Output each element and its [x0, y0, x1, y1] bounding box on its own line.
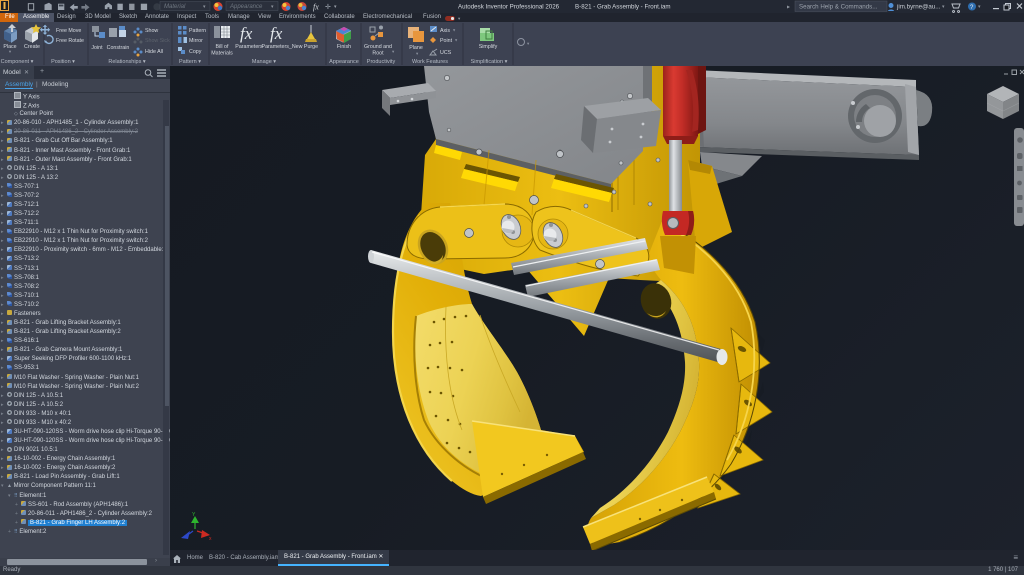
svg-text:Simplification ▾: Simplification ▾ — [471, 59, 508, 65]
svg-text:✛: ✛ — [325, 3, 331, 11]
svg-text:Bill of: Bill of — [216, 44, 229, 50]
svg-text:▾: ▾ — [455, 38, 458, 43]
svg-text:Pattern ▾: Pattern ▾ — [179, 59, 201, 65]
svg-text:Purge: Purge — [304, 44, 318, 50]
svg-text:Component ▾: Component ▾ — [1, 59, 34, 65]
svg-text:Position ▾: Position ▾ — [51, 59, 75, 65]
svg-text:Appearance: Appearance — [229, 4, 263, 10]
svg-text:UCS: UCS — [440, 50, 452, 56]
svg-text:Show: Show — [145, 28, 158, 34]
svg-text:jim.byrne@au...: jim.byrne@au... — [896, 4, 941, 11]
svg-text:Parameters: Parameters — [235, 44, 263, 50]
svg-text:Show Sick: Show Sick — [145, 38, 170, 44]
svg-text:Simplify: Simplify — [479, 44, 498, 50]
svg-text:Root: Root — [372, 51, 384, 57]
svg-text:▾: ▾ — [942, 4, 945, 10]
svg-text:Mirror: Mirror — [189, 38, 203, 44]
svg-text:Materials: Materials — [211, 51, 233, 57]
svg-text:Search Help & Commands...: Search Help & Commands... — [799, 4, 878, 11]
svg-text:▾: ▾ — [334, 4, 337, 10]
svg-text:Autodesk Inventor Professional: Autodesk Inventor Professional 2026 — [458, 4, 560, 11]
svg-text:Pattern: Pattern — [189, 28, 206, 34]
svg-text:Manage ▾: Manage ▾ — [252, 59, 276, 65]
svg-text:fx: fx — [270, 24, 283, 43]
svg-text:Work Features: Work Features — [412, 59, 448, 65]
svg-text:Free Rotate: Free Rotate — [56, 38, 84, 44]
svg-text:Constrain: Constrain — [107, 45, 130, 51]
svg-text:Joint: Joint — [91, 45, 103, 51]
svg-text:▾: ▾ — [978, 4, 981, 10]
svg-text:Hide All: Hide All — [145, 49, 163, 55]
svg-text:B-821 - Grab Assembly - Front.: B-821 - Grab Assembly - Front.iam — [575, 4, 671, 11]
svg-text:fx: fx — [240, 24, 253, 43]
svg-text:▾: ▾ — [416, 51, 419, 56]
svg-text:Parameters_New: Parameters_New — [262, 44, 303, 50]
svg-text:Ground and: Ground and — [364, 44, 392, 50]
svg-text:Point: Point — [440, 38, 453, 44]
svg-text:Finish: Finish — [337, 44, 351, 50]
svg-text:▾: ▾ — [392, 49, 395, 54]
svg-text:Free Move: Free Move — [56, 28, 81, 34]
svg-text:Create: Create — [24, 44, 40, 50]
svg-text:Appearance: Appearance — [329, 59, 359, 65]
svg-text:Relationships ▾: Relationships ▾ — [108, 59, 146, 65]
svg-text:▸: ▸ — [787, 5, 790, 11]
svg-text:▾: ▾ — [453, 28, 456, 33]
svg-text:fx: fx — [313, 3, 319, 12]
svg-text:Productivity: Productivity — [367, 59, 396, 65]
svg-text:Axis: Axis — [440, 28, 450, 34]
svg-text:▾: ▾ — [527, 41, 530, 46]
svg-text:x: x — [209, 536, 212, 542]
svg-text:Copy: Copy — [189, 49, 202, 55]
svg-text:Material: Material — [164, 4, 186, 10]
